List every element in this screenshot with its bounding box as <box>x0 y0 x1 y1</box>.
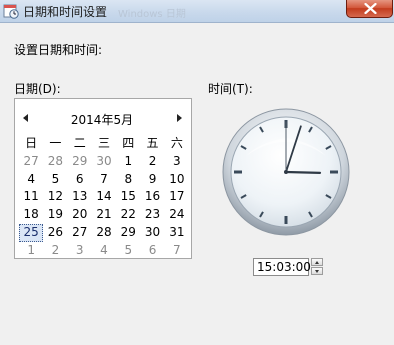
calendar-day[interactable]: 29 <box>116 224 140 242</box>
calendar[interactable]: 2014年5月 日一二三四五六 27 28 29 30 1 2 3 4 5 6 7 8 9 10 11 12 13… <box>14 98 192 259</box>
calendar-day[interactable]: 24 <box>165 206 189 224</box>
week-row: 1234567 <box>19 242 189 260</box>
spin-down-icon[interactable] <box>311 267 323 275</box>
weekday-header: 日一二三四五六 <box>19 135 189 153</box>
week-row: 27 28 29 30 1 2 3 <box>19 153 189 171</box>
calendar-day[interactable]: 30 <box>92 153 116 171</box>
week-row: 25 26 27 28 29 30 31 <box>19 223 189 242</box>
calendar-day[interactable]: 6 <box>68 171 92 189</box>
time-label: 时间(T): <box>208 82 253 96</box>
triangle-right-icon[interactable] <box>177 114 182 122</box>
calendar-day[interactable]: 1 <box>19 242 43 260</box>
week-row: 11 12 13 14 15 16 17 <box>19 188 189 206</box>
calendar-day[interactable]: 28 <box>92 224 116 242</box>
background-window-text: Windows 日期 <box>118 9 186 20</box>
weekday-label: 四 <box>122 136 135 150</box>
weekday-label: 六 <box>170 136 183 150</box>
weekday-label: 三 <box>97 136 110 150</box>
title-bar: 日期和时间设置 Windows 日期 <box>0 0 394 23</box>
calendar-day[interactable]: 6 <box>140 242 164 260</box>
calendar-day[interactable]: 2 <box>43 242 67 260</box>
week-row: 4 5 6 7 8 9 10 <box>19 171 189 189</box>
calendar-day[interactable]: 23 <box>140 206 164 224</box>
calendar-day[interactable]: 27 <box>19 153 43 171</box>
close-button[interactable] <box>346 0 393 18</box>
calendar-day[interactable]: 3 <box>165 153 189 171</box>
time-input[interactable]: 15:03:00 <box>253 258 311 276</box>
calendar-clock-icon <box>3 4 19 19</box>
calendar-day[interactable]: 28 <box>43 153 67 171</box>
calendar-day[interactable]: 20 <box>68 206 92 224</box>
heading: 设置日期和时间: <box>14 43 103 57</box>
spin-up-icon[interactable] <box>311 258 323 266</box>
hour-hand <box>284 170 322 174</box>
calendar-day[interactable]: 17 <box>165 188 189 206</box>
calendar-day[interactable]: 22 <box>116 206 140 224</box>
calendar-day[interactable]: 12 <box>43 188 67 206</box>
analog-clock <box>222 108 350 236</box>
weekday-label: 日 <box>25 136 38 150</box>
window-title: 日期和时间设置 <box>23 5 108 19</box>
calendar-day[interactable]: 4 <box>19 171 43 189</box>
calendar-day[interactable]: 16 <box>140 188 164 206</box>
week-row: 18 19 20 21 22 23 24 <box>19 206 189 224</box>
calendar-day[interactable]: 27 <box>68 224 92 242</box>
calendar-day[interactable]: 29 <box>68 153 92 171</box>
calendar-day[interactable]: 26 <box>43 224 67 242</box>
clock-center-pin <box>284 170 288 174</box>
calendar-day[interactable]: 21 <box>92 206 116 224</box>
weekday-label: 一 <box>49 136 62 150</box>
date-label: 日期(D): <box>14 82 61 96</box>
calendar-day[interactable]: 31 <box>165 224 189 242</box>
calendar-day[interactable]: 2 <box>140 153 164 171</box>
calendar-day[interactable]: 5 <box>116 242 140 260</box>
calendar-day[interactable]: 5 <box>43 171 67 189</box>
selected-day[interactable]: 25 <box>19 223 44 242</box>
calendar-day[interactable]: 18 <box>19 206 43 224</box>
calendar-day[interactable]: 8 <box>116 171 140 189</box>
calendar-day[interactable]: 1 <box>116 153 140 171</box>
calendar-day[interactable]: 4 <box>92 242 116 260</box>
calendar-day[interactable]: 15 <box>116 188 140 206</box>
month-title[interactable]: 2014年5月 <box>45 111 159 128</box>
calendar-day[interactable]: 19 <box>43 206 67 224</box>
calendar-day[interactable]: 7 <box>92 171 116 189</box>
weekday-label: 五 <box>146 136 159 150</box>
calendar-grid: 日一二三四五六 27 28 29 30 1 2 3 4 5 6 7 8 9 10 11 12 13 14 15 16 17… <box>19 135 189 260</box>
calendar-day[interactable]: 11 <box>19 188 43 206</box>
calendar-day[interactable]: 10 <box>165 171 189 189</box>
triangle-left-icon[interactable] <box>23 114 28 122</box>
calendar-day[interactable]: 30 <box>140 224 164 242</box>
calendar-day[interactable]: 9 <box>140 171 164 189</box>
calendar-day[interactable]: 7 <box>165 242 189 260</box>
calendar-day[interactable]: 3 <box>68 242 92 260</box>
weekday-label: 二 <box>73 136 86 150</box>
close-icon <box>364 3 377 14</box>
calendar-day[interactable]: 14 <box>92 188 116 206</box>
calendar-day[interactable]: 13 <box>68 188 92 206</box>
